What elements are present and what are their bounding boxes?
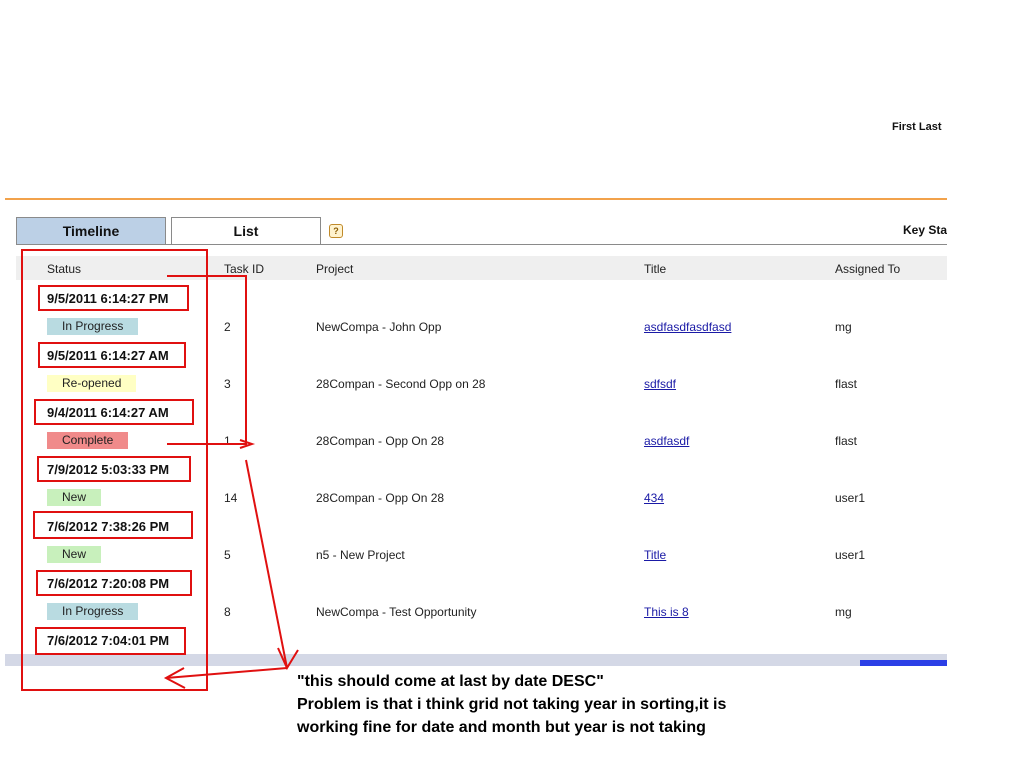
status-badge: In Progress — [47, 318, 139, 335]
assigned-to-cell: user1 — [835, 548, 866, 562]
group-date: 9/4/2011 6:14:27 AM — [47, 405, 169, 420]
horizontal-scrollbar[interactable] — [5, 654, 947, 666]
task-id-cell: 2 — [224, 320, 231, 334]
group-date: 9/5/2011 6:14:27 AM — [47, 348, 169, 363]
annotation-line: working fine for date and month but year… — [297, 719, 706, 736]
status-badge: New — [47, 489, 102, 506]
arrow-line — [245, 459, 288, 669]
task-id-cell: 14 — [224, 491, 238, 505]
arrow-line — [165, 667, 288, 679]
title-link[interactable]: asdfasdf — [644, 434, 689, 448]
project-cell: NewCompa - Test Opportunity — [316, 605, 477, 619]
column-header-title[interactable]: Title — [644, 262, 666, 276]
key-stats-label: Key Sta — [903, 223, 947, 237]
annotation-line: "this should come at last by date DESC" — [297, 673, 604, 690]
arrow-head — [163, 667, 186, 689]
task-id-cell: 1 — [224, 434, 231, 448]
title-link[interactable]: sdfsdf — [644, 377, 676, 391]
group-date: 9/5/2011 6:14:27 PM — [47, 291, 169, 306]
task-id-cell: 8 — [224, 605, 231, 619]
arrow-head — [239, 439, 256, 449]
title-link[interactable]: Title — [644, 548, 666, 562]
project-cell: NewCompa - John Opp — [316, 320, 442, 334]
status-badge: Complete — [47, 432, 129, 449]
assigned-to-cell: mg — [835, 320, 852, 334]
project-cell: 28Compan - Opp On 28 — [316, 434, 445, 448]
status-badge: In Progress — [47, 603, 139, 620]
status-badge: Re-opened — [47, 375, 137, 392]
task-id-cell: 5 — [224, 548, 231, 562]
assigned-to-cell: mg — [835, 605, 852, 619]
group-date: 7/6/2012 7:04:01 PM — [47, 633, 170, 648]
title-link[interactable]: 434 — [644, 491, 664, 505]
column-header-project[interactable]: Project — [316, 262, 353, 276]
help-icon[interactable]: ? — [329, 224, 343, 238]
project-cell: n5 - New Project — [316, 548, 405, 562]
assigned-to-cell: user1 — [835, 491, 866, 505]
assigned-to-cell: flast — [835, 434, 858, 448]
tab-list[interactable]: List — [171, 217, 321, 245]
annotation-note: "this should come at last by date DESC" … — [297, 670, 857, 739]
column-header-assigned-to[interactable]: Assigned To — [835, 262, 900, 276]
group-date: 7/6/2012 7:38:26 PM — [47, 519, 170, 534]
group-date: 7/6/2012 7:20:08 PM — [47, 576, 170, 591]
annotation-overlay — [21, 249, 299, 691]
tab-baseline — [16, 244, 947, 245]
column-header-task-id[interactable]: Task ID — [224, 262, 264, 276]
annotation-line: Problem is that i think grid not taking … — [297, 696, 727, 713]
title-link[interactable]: This is 8 — [644, 605, 689, 619]
assigned-to-cell: flast — [835, 377, 858, 391]
user-name: First Last — [892, 121, 942, 133]
column-header-status[interactable]: Status — [47, 262, 81, 276]
project-cell: 28Compan - Opp On 28 — [316, 491, 445, 505]
status-badge: New — [47, 546, 102, 563]
grid-header — [16, 256, 947, 280]
tab-timeline[interactable]: Timeline — [16, 217, 166, 245]
bracket-line — [167, 275, 247, 445]
title-link[interactable]: asdfasdfasdfasd — [644, 320, 731, 334]
task-id-cell: 3 — [224, 377, 231, 391]
group-date: 7/9/2012 5:03:33 PM — [47, 462, 170, 477]
project-cell: 28Compan - Second Opp on 28 — [316, 377, 486, 391]
header-divider — [5, 198, 947, 200]
scrollbar-thumb[interactable] — [860, 660, 947, 666]
